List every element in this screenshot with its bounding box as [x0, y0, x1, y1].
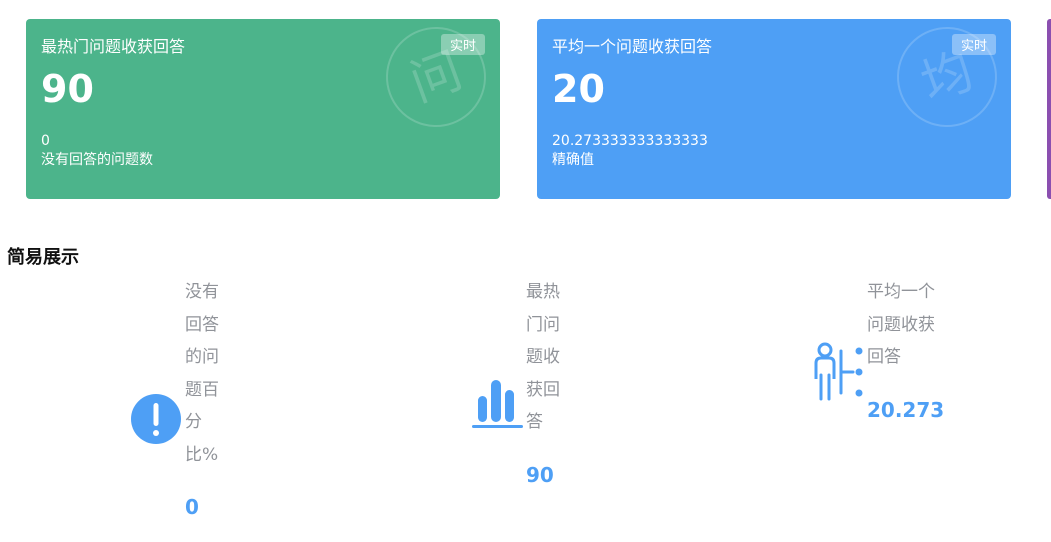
person-list-icon: [811, 341, 867, 407]
stat-value: 0: [185, 495, 199, 519]
exclamation-circle-icon: [131, 394, 181, 448]
stat-card-hot-question: 问 最热门问题收获回答 实时 90 0 没有回答的问题数: [26, 19, 500, 199]
stat-value: 90: [526, 463, 554, 487]
section-title: 简易展示: [7, 247, 79, 268]
realtime-badge: 实时: [440, 34, 485, 55]
card-sub-value: 0: [41, 133, 50, 149]
stat-card-average-answers: 均 平均一个问题收获回答 实时 20 20.273333333333333 精确…: [537, 19, 1011, 199]
card-sub: 20.273333333333333 精确值: [552, 132, 708, 170]
card-sub-label: 精确值: [552, 152, 594, 168]
stat-label: 最热门问题收获回答: [526, 282, 560, 432]
stat-card-partial: [1047, 19, 1051, 199]
card-value: 90: [41, 67, 94, 111]
bar-chart-icon: [470, 374, 526, 434]
realtime-badge: 实时: [951, 34, 996, 55]
card-sub-label: 没有回答的问题数: [41, 152, 153, 168]
stat-value: 20.273: [867, 398, 945, 422]
card-sub: 0 没有回答的问题数: [41, 132, 153, 170]
card-title: 最热门问题收获回答: [41, 37, 186, 56]
stat-label: 平均一个问题收获回答: [867, 282, 935, 367]
card-sub-value: 20.273333333333333: [552, 133, 708, 149]
card-value: 20: [552, 67, 605, 111]
card-title: 平均一个问题收获回答: [552, 37, 713, 56]
stat-label: 没有回答的问题百分比%: [185, 282, 219, 465]
